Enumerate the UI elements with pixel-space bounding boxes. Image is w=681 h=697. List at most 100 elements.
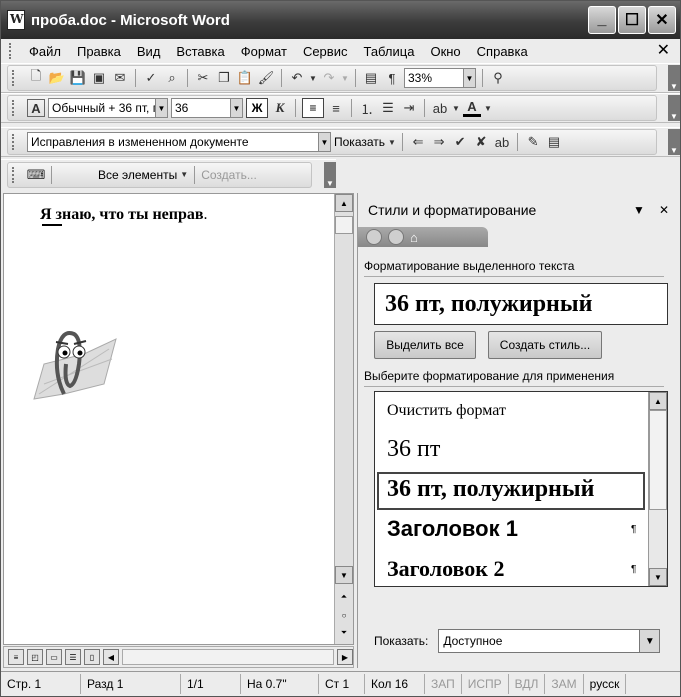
horizontal-scrollbar[interactable] (122, 649, 334, 665)
chevron-down-icon[interactable]: ▼ (639, 630, 660, 652)
email-icon[interactable]: ✉ (111, 69, 129, 87)
chevron-down-icon[interactable]: ▼ (318, 133, 330, 151)
all-items-button[interactable]: Все элементы (58, 168, 177, 182)
list-item-heading-2[interactable]: Заголовок 2 (387, 556, 504, 582)
outline-view-icon[interactable]: ☰ (65, 649, 81, 665)
binoculars-icon[interactable]: ⚲ (489, 69, 507, 87)
task-pane-menu-icon[interactable]: ▼ (633, 203, 645, 217)
display-for-review-combo[interactable]: Исправления в измененном документе ▼ (27, 132, 331, 152)
scroll-up-icon[interactable]: ▲ (335, 194, 353, 212)
highlight-icon[interactable]: ab (431, 99, 449, 117)
toolbar-options-icon[interactable]: ▼ (668, 95, 680, 121)
document-vertical-scrollbar[interactable]: ▲ ▼ ⏶ ○ ⏷ (334, 194, 353, 644)
menu-view[interactable]: Вид (129, 44, 169, 59)
align-left-icon[interactable]: ≡ (302, 98, 324, 118)
menu-help[interactable]: Справка (469, 44, 536, 59)
indent-icon[interactable]: ⇥ (400, 99, 418, 117)
undo-dropdown-icon[interactable]: ▼ (309, 69, 317, 87)
permission-icon[interactable]: ▣ (90, 69, 108, 87)
list-item-36pt-bold[interactable]: 36 пт, полужирный (387, 476, 594, 503)
accept-change-icon[interactable]: ✔ (451, 133, 469, 151)
bullet-list-icon[interactable]: ☰ (379, 99, 397, 117)
style-combo[interactable]: Обычный + 36 пт, г ▼ (48, 98, 168, 118)
normal-view-icon[interactable]: ≡ (8, 649, 24, 665)
save-icon[interactable]: 💾 (69, 69, 87, 87)
chevron-down-icon[interactable]: ▼ (463, 69, 475, 87)
scroll-right-icon[interactable]: ▶ (337, 649, 353, 665)
show-select[interactable]: Доступное ▼ (438, 629, 661, 653)
spelling-icon[interactable]: ✓ (142, 69, 160, 87)
font-color-icon[interactable]: A (463, 99, 481, 117)
show-dropdown-icon[interactable]: ▼ (388, 133, 396, 151)
previous-change-icon[interactable]: ⇐ (409, 133, 427, 151)
document-text[interactable]: Я знаю, что ты неправ. (40, 206, 208, 224)
scroll-down-icon[interactable]: ▼ (649, 568, 667, 586)
list-item-clear-format[interactable]: Очистить формат (387, 402, 506, 420)
status-ovr[interactable]: ЗАМ (545, 674, 584, 694)
select-all-button[interactable]: Выделить все (374, 331, 476, 359)
toolbar-grip[interactable] (12, 166, 16, 183)
menu-edit[interactable]: Правка (69, 44, 129, 59)
scroll-thumb[interactable] (335, 216, 353, 234)
redo-dropdown-icon[interactable]: ▼ (341, 69, 349, 87)
menu-format[interactable]: Формат (233, 44, 295, 59)
all-items-dropdown-icon[interactable]: ▼ (180, 166, 188, 184)
toolbar-grip[interactable] (12, 134, 16, 150)
reading-icon[interactable]: ▤ (362, 69, 380, 87)
toolbar-options-icon[interactable]: ▼ (324, 161, 336, 188)
highlight-dropdown-icon[interactable]: ▼ (452, 99, 460, 117)
close-button[interactable]: ✕ (648, 6, 676, 34)
office-assistant-clippy[interactable] (24, 324, 124, 404)
copy-icon[interactable]: ❐ (215, 69, 233, 87)
paste-icon[interactable]: 📋 (236, 69, 254, 87)
document-area[interactable]: Я знаю, что ты неправ. ▲ ▼ ⏶ ○ ⏷ (3, 193, 354, 645)
list-item-heading-1[interactable]: Заголовок 1 (387, 516, 518, 542)
toolbar-options-icon[interactable]: ▼ (668, 129, 680, 155)
minimize-button[interactable]: _ (588, 6, 616, 34)
status-rec[interactable]: ЗАП (425, 674, 462, 694)
format-painter-icon[interactable]: 🖌 (257, 69, 275, 87)
chevron-down-icon[interactable]: ▼ (155, 99, 167, 117)
styles-list-scrollbar[interactable]: ▲ ▼ (648, 392, 667, 586)
back-icon[interactable] (366, 229, 382, 245)
toolbar-grip[interactable] (9, 43, 13, 59)
open-icon[interactable]: 📂 (48, 69, 66, 87)
menu-table[interactable]: Таблица (355, 44, 422, 59)
menu-file[interactable]: Файл (21, 44, 69, 59)
list-item-36pt[interactable]: 36 пт (387, 436, 440, 463)
toolbar-options-icon[interactable]: ▼ (668, 65, 680, 91)
research-icon[interactable]: ⌕ (163, 69, 181, 87)
reading-view-icon[interactable]: ▯ (84, 649, 100, 665)
next-page-icon[interactable]: ⏷ (335, 624, 353, 642)
scroll-down-icon[interactable]: ▼ (335, 566, 353, 584)
scroll-up-icon[interactable]: ▲ (649, 392, 667, 410)
cut-icon[interactable]: ✂ (194, 69, 212, 87)
next-change-icon[interactable]: ⇒ (430, 133, 448, 151)
show-hide-icon[interactable]: ¶ (383, 69, 401, 87)
home-icon[interactable]: ⌂ (410, 230, 418, 245)
chevron-down-icon[interactable]: ▼ (230, 99, 242, 117)
styles-pane-icon[interactable]: A (27, 99, 45, 117)
status-ext[interactable]: ВДЛ (509, 674, 546, 694)
menu-tools[interactable]: Сервис (295, 44, 356, 59)
menu-window[interactable]: Окно (422, 44, 468, 59)
new-doc-icon[interactable]: 🗋 (27, 68, 45, 87)
zoom-combo[interactable]: 33% ▼ (404, 68, 476, 88)
scroll-thumb[interactable] (649, 410, 667, 510)
reject-change-icon[interactable]: ✘ (472, 133, 490, 151)
insert-comment-icon[interactable]: ab (493, 133, 511, 151)
close-document-icon[interactable]: ✕ (657, 40, 670, 60)
web-view-icon[interactable]: ◰ (27, 649, 43, 665)
status-trk[interactable]: ИСПР (462, 674, 509, 694)
track-changes-icon[interactable]: ✎ (524, 133, 542, 151)
align-center-icon[interactable]: ≡ (327, 99, 345, 117)
show-menu-button[interactable]: Показать (334, 135, 385, 149)
select-browse-object-icon[interactable]: ○ (335, 606, 353, 624)
create-button[interactable]: Создать... (201, 168, 257, 182)
redo-icon[interactable]: ↷ (320, 69, 338, 87)
menu-insert[interactable]: Вставка (168, 44, 232, 59)
toolbar-grip[interactable] (12, 100, 16, 116)
toolbar-grip[interactable] (12, 70, 16, 86)
italic-button[interactable]: К (271, 99, 289, 117)
maximize-button[interactable]: ☐ (618, 6, 646, 34)
